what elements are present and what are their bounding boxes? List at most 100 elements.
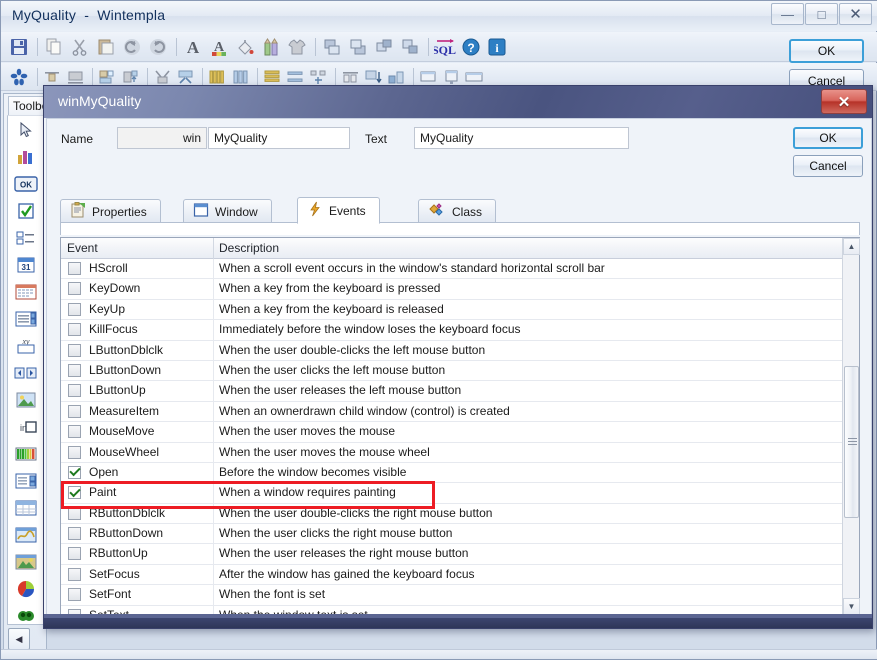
event-checkbox[interactable]: [68, 567, 81, 581]
events-vertical-scrollbar[interactable]: ▲ ▼: [842, 238, 860, 615]
column-header-event[interactable]: Event: [67, 241, 98, 255]
event-checkbox[interactable]: [68, 363, 81, 377]
table-row[interactable]: LButtonUp When the user releases the left…: [61, 381, 842, 402]
info-icon[interactable]: i: [485, 35, 509, 59]
table-row[interactable]: RButtonDown When the user clicks the righ…: [61, 524, 842, 545]
bring-front-icon[interactable]: [320, 35, 344, 59]
space-vertical-icon[interactable]: [285, 67, 306, 87]
molecule-icon[interactable]: [8, 602, 44, 624]
event-checkbox[interactable]: [68, 343, 81, 357]
close-icon[interactable]: ✕: [839, 3, 872, 25]
save-icon[interactable]: [7, 35, 31, 59]
picture-icon[interactable]: [8, 386, 44, 413]
event-checkbox[interactable]: [68, 547, 81, 561]
combobox-icon[interactable]: [8, 305, 44, 332]
table-row[interactable]: KillFocus Immediately before the window l…: [61, 320, 842, 341]
preview-wide-icon[interactable]: [464, 67, 485, 87]
table-row[interactable]: RButtonUp When the user releases the righ…: [61, 544, 842, 565]
asterisk-icon[interactable]: [7, 65, 31, 89]
align-bottom-icon[interactable]: [65, 67, 86, 87]
event-checkbox[interactable]: [68, 588, 81, 602]
progress-gradient-icon[interactable]: [8, 440, 44, 467]
table-row[interactable]: MouseWheel When the user moves the mouse …: [61, 442, 842, 463]
event-checkbox[interactable]: [68, 445, 81, 459]
copy-icon[interactable]: [42, 35, 66, 59]
event-checkbox[interactable]: [68, 262, 81, 275]
center-horizontal-icon[interactable]: [340, 67, 361, 87]
sql-icon[interactable]: SQL: [433, 35, 457, 59]
main-ok-button[interactable]: OK: [789, 39, 864, 63]
event-checkbox[interactable]: [68, 302, 81, 316]
paste-icon[interactable]: [94, 35, 118, 59]
table-row[interactable]: KeyUp When a key from the keyboard is rel…: [61, 299, 842, 321]
same-height-icon[interactable]: [230, 67, 251, 87]
dialog-cancel-button[interactable]: Cancel: [793, 155, 863, 177]
tab-events[interactable]: Events: [297, 197, 380, 224]
event-checkbox[interactable]: [68, 323, 81, 337]
table-row[interactable]: LButtonDblclk When the user double-clicks…: [61, 340, 842, 361]
table-row[interactable]: MouseMove When the user moves the mouse: [61, 422, 842, 443]
space-equal-icon[interactable]: [308, 67, 329, 87]
name-input[interactable]: MyQuality: [208, 127, 350, 149]
textbox-icon[interactable]: xy: [8, 332, 44, 359]
button-icon[interactable]: OK: [8, 170, 44, 197]
radio-list-icon[interactable]: [8, 224, 44, 251]
maximize-icon[interactable]: □: [805, 3, 838, 25]
dialog-ok-button[interactable]: OK: [793, 127, 863, 149]
pie-chart-icon[interactable]: [8, 575, 44, 602]
table-row[interactable]: RButtonDblclk When the user double-clicks…: [61, 503, 842, 525]
calendar-icon[interactable]: [8, 278, 44, 305]
column-header-description[interactable]: Description: [219, 241, 279, 255]
font-icon[interactable]: A: [181, 35, 205, 59]
table-row[interactable]: SetFont When the font is set: [61, 585, 842, 606]
font-color-icon[interactable]: A: [207, 35, 231, 59]
scroll-down-icon[interactable]: ▼: [843, 598, 860, 615]
table-row[interactable]: Open Before the window becomes visible: [61, 462, 842, 484]
inplace-icon[interactable]: in: [8, 413, 44, 440]
image-panel-icon[interactable]: [8, 548, 44, 575]
table-row[interactable]: MeasureItem When an ownerdrawn child wind…: [61, 401, 842, 423]
same-width-icon[interactable]: [207, 67, 228, 87]
shirt-icon[interactable]: [285, 35, 309, 59]
pencils-icon[interactable]: [259, 35, 283, 59]
datepicker-icon[interactable]: 31: [8, 251, 44, 278]
table-row[interactable]: KeyDown When a key from the keyboard is p…: [61, 279, 842, 300]
fill-color-icon[interactable]: [233, 35, 257, 59]
grow-icon[interactable]: [175, 67, 196, 87]
tab-properties[interactable]: Properties: [60, 199, 161, 223]
size-grid-icon[interactable]: [386, 67, 407, 87]
name-prefix-field[interactable]: win: [117, 127, 207, 149]
undo-icon[interactable]: [120, 35, 144, 59]
table-row[interactable]: LButtonDown When the user clicks the left…: [61, 360, 842, 382]
send-back-icon[interactable]: [346, 35, 370, 59]
events-list-panel[interactable]: Event Description HScroll When a scroll e…: [60, 237, 860, 615]
event-checkbox[interactable]: [68, 527, 81, 541]
align-top-icon[interactable]: [42, 67, 63, 87]
event-checkbox[interactable]: [68, 282, 81, 296]
event-checkbox[interactable]: [68, 506, 81, 520]
table-row[interactable]: HScroll When a scroll event occurs in the…: [61, 259, 842, 280]
spinner-icon[interactable]: [8, 359, 44, 386]
event-checkbox[interactable]: [68, 486, 81, 500]
preview-icon[interactable]: [418, 67, 439, 87]
event-checkbox[interactable]: [68, 404, 81, 418]
align-right-icon[interactable]: [120, 67, 141, 87]
tab-class[interactable]: Class: [418, 199, 497, 223]
checkbox-icon[interactable]: [8, 197, 44, 224]
scrollbar-thumb[interactable]: [844, 366, 859, 518]
event-checkbox[interactable]: [68, 465, 81, 479]
toolbox-item-list[interactable]: OK 31 xy in: [7, 115, 45, 625]
grid-icon[interactable]: [8, 494, 44, 521]
redo-icon[interactable]: [146, 35, 170, 59]
chart-icon[interactable]: [8, 143, 44, 170]
event-checkbox[interactable]: [68, 425, 81, 439]
pointer-icon[interactable]: [8, 116, 44, 143]
center-vertical-icon[interactable]: [363, 67, 384, 87]
space-horizontal-icon[interactable]: [262, 67, 283, 87]
event-checkbox[interactable]: [68, 384, 81, 398]
align-left-icon[interactable]: [97, 67, 118, 87]
help-icon[interactable]: ?: [459, 35, 483, 59]
scroll-up-icon[interactable]: ▲: [843, 238, 860, 255]
tab-window[interactable]: Window: [183, 199, 272, 223]
plot-icon[interactable]: [8, 521, 44, 548]
